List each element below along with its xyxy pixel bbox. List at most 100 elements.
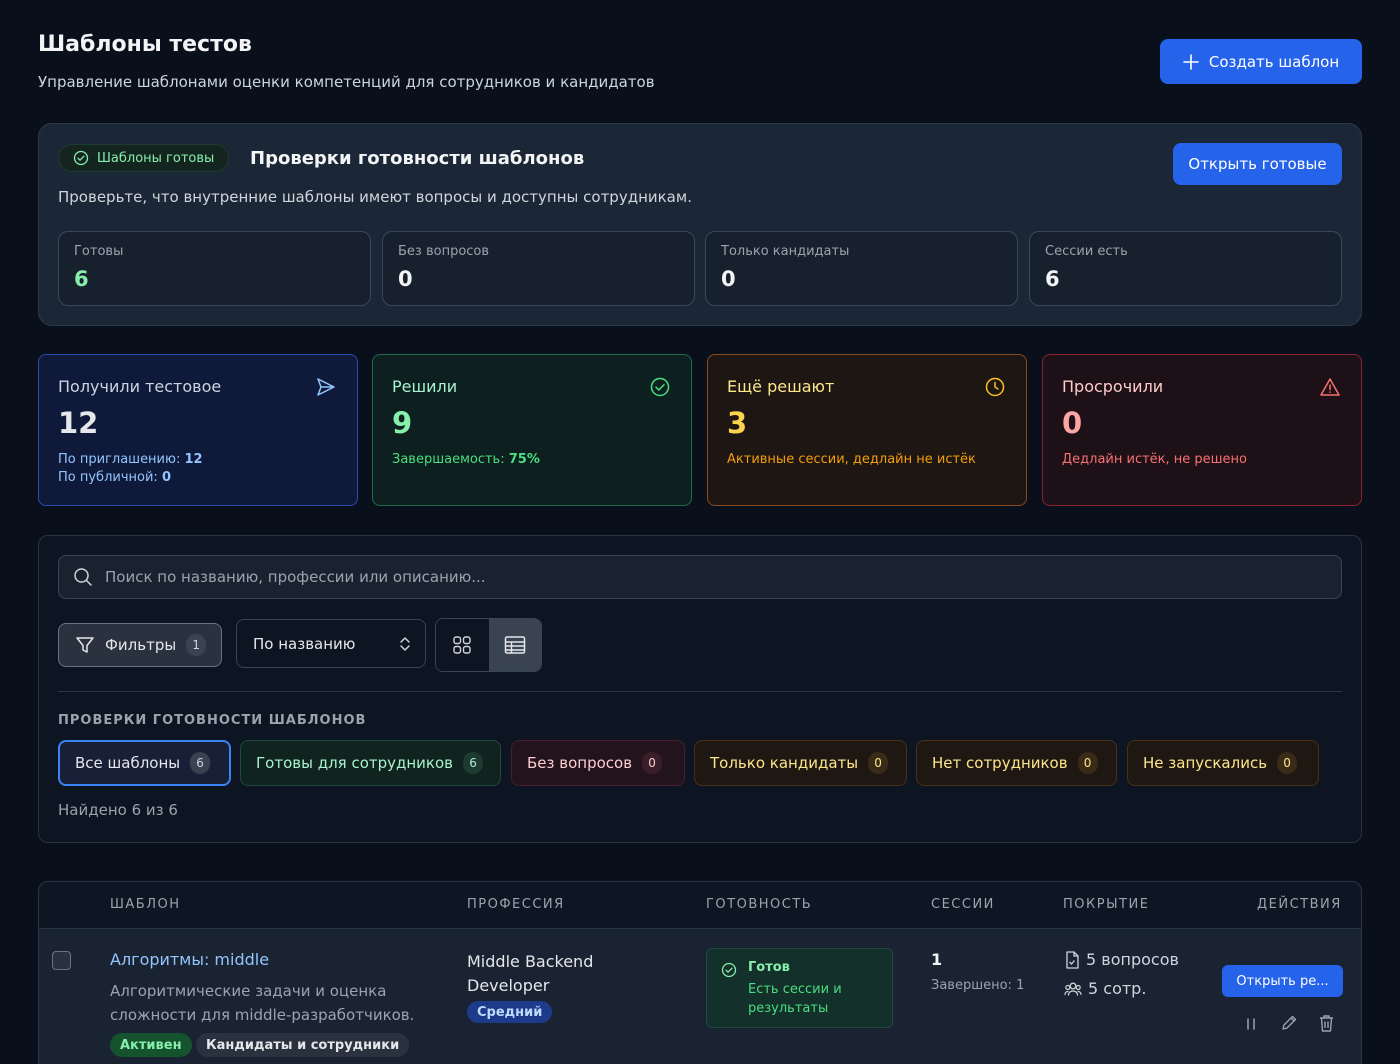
readiness-card-label: Сессии есть [1045,244,1128,259]
readiness-card-value: 6 [1045,267,1060,291]
view-toggle [435,618,542,672]
stat-value: 3 [727,406,748,440]
table-icon [504,635,526,655]
search-icon [73,567,93,587]
level-badge: Средний [467,1001,553,1023]
filters-label: Фильтры [105,636,177,654]
chip-candidates-only[interactable]: Только кандидаты 0 [694,740,907,786]
readiness-card-has-sessions[interactable]: Сессии есть 6 [1029,231,1342,306]
readiness-card-label: Без вопросов [398,244,490,259]
chevron-up-down-icon [399,635,411,653]
readiness-title: Проверки готовности шаблонов [250,148,585,169]
sessions-completed: Завершено: 1 [931,978,1025,993]
found-count: Найдено 6 из 6 [58,801,178,819]
readiness-card-candidates-only[interactable]: Только кандидаты 0 [705,231,1018,306]
readiness-card-label: Готовы [74,244,124,259]
stat-card-solved: Решили 9 Завершаемость: 75% [372,354,692,506]
stat-sub: Дедлайн истёк, не решено [1062,452,1248,467]
filters-count-badge: 1 [186,634,207,656]
coverage-employees: 5 сотр. [1064,979,1146,998]
chip-count: 0 [868,752,889,774]
chip-label: Нет сотрудников [932,754,1068,772]
chip-no-employees[interactable]: Нет сотрудников 0 [916,740,1117,786]
column-header-template: ШАБЛОН [110,897,181,912]
chip-all-templates[interactable]: Все шаблоны 6 [58,740,231,786]
template-description: Алгоритмические задачи и оценка сложност… [110,982,415,1024]
stat-label: Просрочили [1062,377,1164,396]
stat-card-overdue: Просрочили 0 Дедлайн истёк, не решено [1042,354,1362,506]
template-title-link[interactable]: Алгоритмы: middle [110,950,269,969]
readiness-filters-label: ПРОВЕРКИ ГОТОВНОСТИ ШАБЛОНОВ [58,713,367,728]
check-circle-icon [721,962,737,978]
readiness-card-ready[interactable]: Готовы 6 [58,231,371,306]
column-header-sessions: СЕССИИ [931,897,995,912]
column-header-coverage: ПОКРЫТИЕ [1063,897,1150,912]
page-subtitle: Управление шаблонами оценки компетенций … [38,73,655,91]
column-header-actions: ДЕЙСТВИЯ [1257,897,1342,912]
grid-view-button[interactable] [436,619,489,671]
readiness-card-value: 6 [74,267,89,291]
readiness-status: Готов Есть сессии и результаты [706,948,893,1028]
filters-button[interactable]: Фильтры 1 [58,623,222,667]
search-input[interactable] [105,568,1305,586]
readiness-badge-label: Шаблоны готовы [97,150,215,166]
column-header-profession: ПРОФЕССИЯ [467,897,565,912]
stat-label: Решили [392,377,458,396]
pause-icon[interactable] [1243,1015,1259,1033]
readiness-card-value: 0 [721,267,736,291]
check-circle-icon [73,150,89,166]
readiness-badge: Шаблоны готовы [58,144,230,172]
audience-tag: Кандидаты и сотрудники [196,1033,410,1057]
create-template-label: Создать шаблон [1208,52,1340,71]
create-template-button[interactable]: Создать шаблон [1160,39,1362,84]
stat-label: Получили тестовое [58,377,222,396]
open-results-button[interactable]: Открыть ре... [1222,965,1343,997]
chip-not-started[interactable]: Не запускались 0 [1127,740,1319,786]
stat-value: 9 [392,406,413,440]
stat-label: Ещё решают [727,377,835,396]
chip-label: Только кандидаты [710,754,859,772]
chip-no-questions[interactable]: Без вопросов 0 [511,740,685,786]
chip-count: 0 [1077,752,1098,774]
document-icon [1064,950,1080,969]
readiness-status-desc: Есть сессии и результаты [748,982,842,1016]
chip-label: Все шаблоны [75,754,181,772]
check-circle-icon [649,376,671,398]
sort-select[interactable]: По названию [236,619,426,668]
readiness-card-value: 0 [398,267,413,291]
trash-icon[interactable] [1318,1014,1335,1032]
plus-icon [1183,53,1199,70]
stat-value: 0 [1062,406,1083,440]
readiness-card-label: Только кандидаты [721,244,850,259]
warning-triangle-icon [1319,376,1341,398]
sort-value: По названию [253,634,356,653]
coverage-questions: 5 вопросов [1064,950,1179,969]
chip-count: 6 [463,752,484,774]
row-checkbox[interactable] [52,951,71,970]
grid-icon [452,635,472,655]
stat-sub: По приглашению: 12 По публичной: 0 [58,452,203,485]
page-title: Шаблоны тестов [38,32,252,57]
stat-card-in-progress: Ещё решают 3 Активные сессии, дедлайн не… [707,354,1027,506]
clock-icon [984,376,1006,398]
table-view-button[interactable] [488,619,541,671]
send-icon [315,376,337,398]
search-box[interactable] [58,555,1342,599]
chip-label: Готовы для сотрудников [256,754,454,772]
edit-icon[interactable] [1280,1014,1298,1032]
chip-ready-for-employees[interactable]: Готовы для сотрудников 6 [240,740,501,786]
users-icon [1064,981,1082,997]
chip-label: Без вопросов [527,754,633,772]
chip-count: 0 [1277,752,1298,774]
chip-count: 6 [190,752,211,774]
sessions-count: 1 [931,950,943,969]
divider [58,691,1342,692]
readiness-description: Проверьте, что внутренние шаблоны имеют … [58,188,692,206]
stat-card-received: Получили тестовое 12 По приглашению: 12 … [38,354,358,506]
open-ready-button[interactable]: Открыть готовые [1173,143,1342,185]
profession: Middle Backend Developer [467,952,594,995]
table-header [39,882,1361,929]
column-header-readiness: ГОТОВНОСТЬ [706,897,813,912]
stat-sub: Активные сессии, дедлайн не истёк [727,452,976,467]
readiness-card-no-questions[interactable]: Без вопросов 0 [382,231,695,306]
